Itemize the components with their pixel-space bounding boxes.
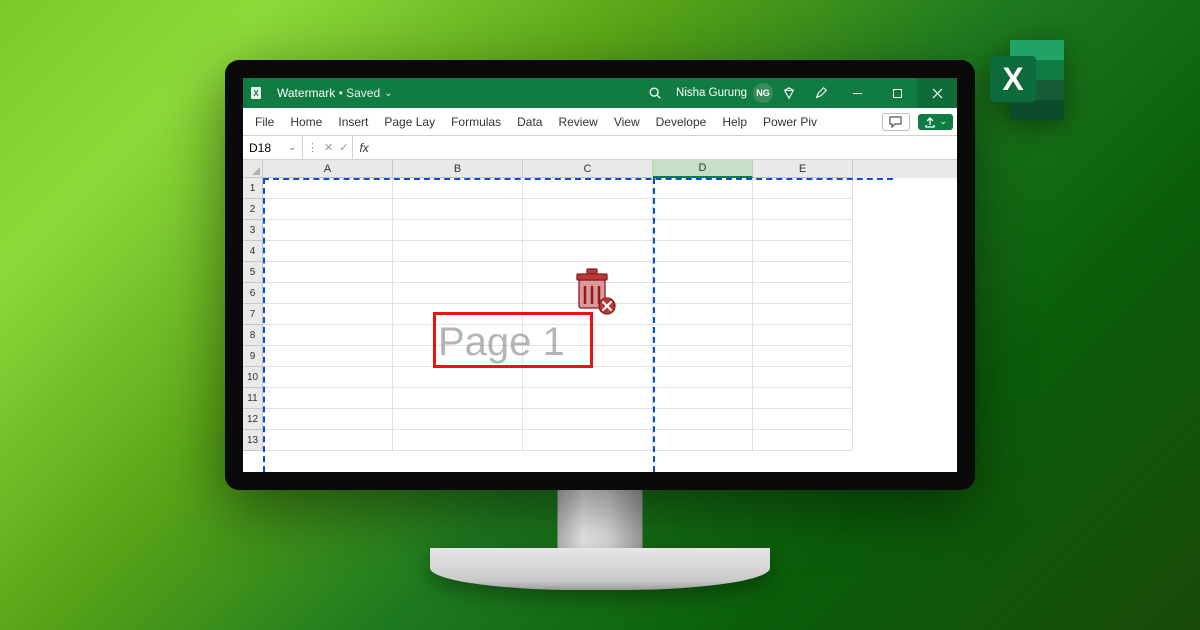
column-header-d[interactable]: D [653, 160, 753, 178]
monitor-bezel: X Watermark • Saved ⌄ Nisha Gurung NG [225, 60, 975, 490]
row-header[interactable]: 12 [243, 409, 263, 430]
monitor-stand [430, 548, 770, 590]
tab-developer[interactable]: Develope [648, 108, 715, 135]
avatar[interactable]: NG [753, 83, 773, 103]
diamond-icon[interactable] [773, 78, 805, 108]
page-break-right [653, 178, 655, 472]
share-button[interactable]: ⌄ [918, 114, 953, 130]
select-all-corner[interactable] [243, 160, 263, 178]
column-header-b[interactable]: B [393, 160, 523, 178]
enter-icon[interactable]: ✓ [339, 141, 348, 154]
row-header[interactable]: 8 [243, 325, 263, 346]
tab-power-pivot[interactable]: Power Piv [755, 108, 825, 135]
row-header[interactable]: 11 [243, 388, 263, 409]
chevron-down-icon: ⌄ [288, 142, 296, 153]
row-header[interactable]: 7 [243, 304, 263, 325]
row-header[interactable]: 5 [243, 262, 263, 283]
tab-help[interactable]: Help [714, 108, 755, 135]
row-header[interactable]: 6 [243, 283, 263, 304]
excel-logo-letter: X [1002, 61, 1024, 97]
row-header[interactable]: 13 [243, 430, 263, 451]
tab-insert[interactable]: Insert [330, 108, 376, 135]
close-button[interactable] [917, 78, 957, 108]
page-break-left [263, 178, 265, 472]
saved-status: • Saved [335, 86, 380, 100]
tab-formulas[interactable]: Formulas [443, 108, 509, 135]
row-header[interactable]: 1 [243, 178, 263, 199]
formula-bar: D18 ⌄ ⋮ ✕ ✓ fx [243, 136, 957, 160]
minimize-button[interactable] [837, 78, 877, 108]
maximize-button[interactable] [877, 78, 917, 108]
page-break-top [263, 178, 893, 180]
grid[interactable]: A B C D E 1 2 3 4 5 6 7 8 9 10 11 12 13 [243, 160, 957, 472]
cells[interactable] [263, 178, 957, 472]
row-header[interactable]: 10 [243, 367, 263, 388]
monitor-neck [558, 490, 643, 550]
more-icon[interactable]: ⋮ [307, 141, 318, 154]
row-headers: 1 2 3 4 5 6 7 8 9 10 11 12 13 [243, 178, 263, 451]
tab-home[interactable]: Home [282, 108, 330, 135]
svg-text:X: X [253, 89, 259, 98]
search-icon[interactable] [640, 78, 670, 108]
title-chevron-icon[interactable]: ⌄ [384, 88, 392, 99]
tab-review[interactable]: Review [550, 108, 605, 135]
titlebar: X Watermark • Saved ⌄ Nisha Gurung NG [243, 78, 957, 108]
screen: X Watermark • Saved ⌄ Nisha Gurung NG [243, 78, 957, 472]
document-title: Watermark [277, 86, 335, 100]
excel-app-icon: X [243, 85, 273, 101]
user-name: Nisha Gurung [676, 87, 747, 99]
row-header[interactable]: 3 [243, 220, 263, 241]
formula-buttons: ⋮ ✕ ✓ [303, 136, 353, 159]
row-header[interactable]: 4 [243, 241, 263, 262]
tab-view[interactable]: View [606, 108, 648, 135]
name-box[interactable]: D18 ⌄ [243, 136, 303, 159]
tab-page-layout[interactable]: Page Lay [376, 108, 443, 135]
tab-data[interactable]: Data [509, 108, 550, 135]
excel-logo: X [980, 32, 1080, 132]
column-header-c[interactable]: C [523, 160, 653, 178]
ribbon-tabs: File Home Insert Page Lay Formulas Data … [243, 108, 957, 136]
cancel-icon[interactable]: ✕ [324, 141, 333, 154]
row-header[interactable]: 2 [243, 199, 263, 220]
column-headers: A B C D E [263, 160, 957, 178]
column-header-a[interactable]: A [263, 160, 393, 178]
row-header[interactable]: 9 [243, 346, 263, 367]
comments-button[interactable] [882, 113, 910, 131]
pen-icon[interactable] [805, 78, 837, 108]
cell-reference: D18 [249, 141, 271, 155]
fx-label[interactable]: fx [353, 141, 374, 155]
formula-input[interactable] [375, 136, 957, 159]
column-header-e[interactable]: E [753, 160, 853, 178]
tab-file[interactable]: File [247, 108, 282, 135]
